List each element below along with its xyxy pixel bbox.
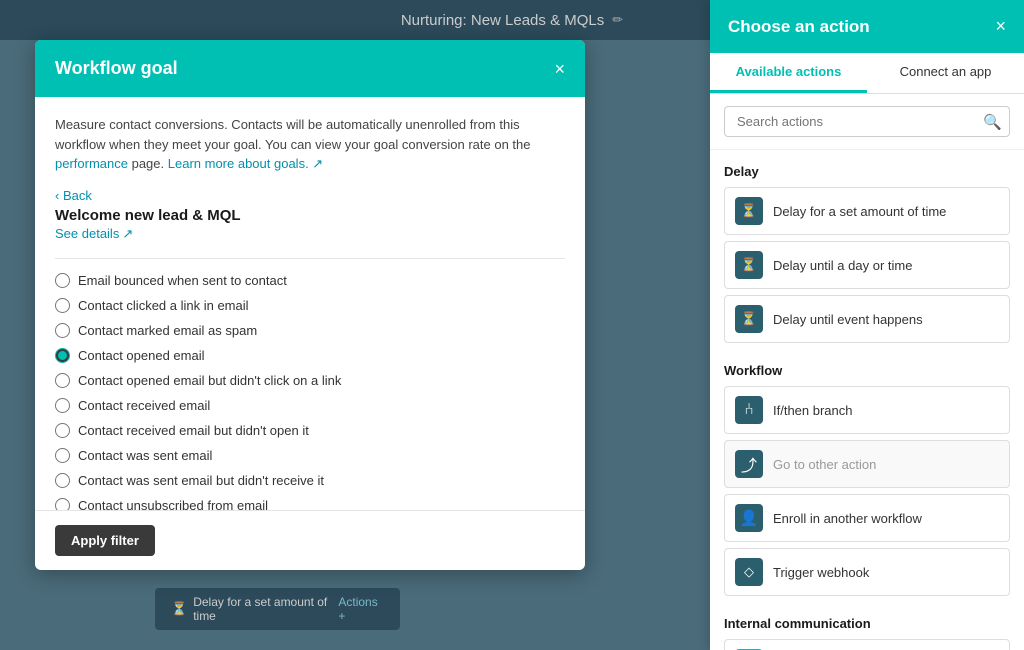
list-item[interactable]: Contact was sent email but didn't receiv… bbox=[55, 473, 565, 488]
delay-event-icon: ⏳ bbox=[735, 305, 763, 333]
radio-received-no-open[interactable] bbox=[55, 423, 70, 438]
radio-sent-no-receive[interactable] bbox=[55, 473, 70, 488]
list-item[interactable]: Contact clicked a link in email bbox=[55, 298, 565, 313]
action-delay-set-amount[interactable]: ⏳ Delay for a set amount of time bbox=[724, 187, 1010, 235]
modal-footer: Apply filter bbox=[35, 510, 585, 570]
action-ifthen-branch[interactable]: ⑃ If/then branch bbox=[724, 386, 1010, 434]
radio-marked-spam[interactable] bbox=[55, 323, 70, 338]
list-item[interactable]: Contact unsubscribed from email bbox=[55, 498, 565, 511]
learn-more-link[interactable]: Learn more about goals. ↗ bbox=[168, 156, 323, 171]
tabs-row: Available actions Connect an app bbox=[710, 53, 1024, 94]
list-item[interactable]: Contact opened email but didn't click on… bbox=[55, 373, 565, 388]
tab-available-actions[interactable]: Available actions bbox=[710, 53, 867, 93]
modal-description: Measure contact conversions. Contacts wi… bbox=[55, 115, 565, 174]
section-label-delay: Delay bbox=[724, 150, 1010, 187]
webhook-icon: ◇ bbox=[735, 558, 763, 586]
radio-clicked-link[interactable] bbox=[55, 298, 70, 313]
list-item[interactable]: Contact received email but didn't open i… bbox=[55, 423, 565, 438]
list-item[interactable]: Contact opened email bbox=[55, 348, 565, 363]
radio-unsubscribed[interactable] bbox=[55, 498, 70, 511]
actions-list: Delay ⏳ Delay for a set amount of time ⏳… bbox=[710, 150, 1024, 650]
enroll-icon: 👤 bbox=[735, 504, 763, 532]
modal-title: Workflow goal bbox=[55, 58, 178, 79]
search-input[interactable] bbox=[724, 106, 1010, 137]
delay-day-icon: ⏳ bbox=[735, 251, 763, 279]
edit-icon[interactable]: ✏ bbox=[612, 12, 623, 28]
right-panel-title: Choose an action bbox=[728, 17, 870, 37]
workflow-goal-modal: Workflow goal × Measure contact conversi… bbox=[35, 40, 585, 570]
tab-connect-app[interactable]: Connect an app bbox=[867, 53, 1024, 93]
action-trigger-webhook[interactable]: ◇ Trigger webhook bbox=[724, 548, 1010, 596]
delay-time-icon: ⏳ bbox=[735, 197, 763, 225]
right-panel-close-button[interactable]: × bbox=[995, 16, 1006, 37]
modal-header: Workflow goal × bbox=[35, 40, 585, 97]
section-label-workflow: Workflow bbox=[724, 349, 1010, 386]
right-panel-header: Choose an action × bbox=[710, 0, 1024, 53]
modal-close-button[interactable]: × bbox=[554, 60, 565, 78]
workflow-name: Welcome new lead & MQL bbox=[55, 207, 565, 224]
delay-icon: ⏳ bbox=[171, 601, 187, 617]
divider bbox=[55, 258, 565, 259]
search-bar: 🔍 bbox=[710, 94, 1024, 150]
radio-email-bounced[interactable] bbox=[55, 273, 70, 288]
delay-bar: ⏳ Delay for a set amount of time Actions… bbox=[155, 588, 400, 630]
see-details-link[interactable]: See details ↗ bbox=[55, 226, 565, 242]
search-icon[interactable]: 🔍 bbox=[983, 113, 1002, 131]
action-internal-email[interactable]: ✉ Send internal email notification bbox=[724, 639, 1010, 650]
section-label-internal: Internal communication bbox=[724, 602, 1010, 639]
list-item[interactable]: Contact marked email as spam bbox=[55, 323, 565, 338]
list-item[interactable]: Contact was sent email bbox=[55, 448, 565, 463]
radio-received-email[interactable] bbox=[55, 398, 70, 413]
performance-link[interactable]: performance bbox=[55, 156, 128, 171]
radio-options-list: Email bounced when sent to contact Conta… bbox=[55, 273, 565, 511]
action-enroll-workflow[interactable]: 👤 Enroll in another workflow bbox=[724, 494, 1010, 542]
modal-body: Measure contact conversions. Contacts wi… bbox=[35, 97, 585, 510]
choose-action-panel: Choose an action × Available actions Con… bbox=[710, 0, 1024, 650]
radio-opened-no-click[interactable] bbox=[55, 373, 70, 388]
radio-was-sent[interactable] bbox=[55, 448, 70, 463]
apply-filter-button[interactable]: Apply filter bbox=[55, 525, 155, 556]
workflow-title: Nurturing: New Leads & MQLs bbox=[401, 12, 604, 29]
action-delay-day-or-time[interactable]: ⏳ Delay until a day or time bbox=[724, 241, 1010, 289]
list-item[interactable]: Contact received email bbox=[55, 398, 565, 413]
action-go-to-other: ⤴ Go to other action bbox=[724, 440, 1010, 488]
action-delay-event[interactable]: ⏳ Delay until event happens bbox=[724, 295, 1010, 343]
goto-icon: ⤴ bbox=[735, 450, 763, 478]
list-item[interactable]: Email bounced when sent to contact bbox=[55, 273, 565, 288]
radio-opened-email[interactable] bbox=[55, 348, 70, 363]
back-link[interactable]: ‹ Back bbox=[55, 188, 565, 203]
ifthen-icon: ⑃ bbox=[735, 396, 763, 424]
search-input-wrap: 🔍 bbox=[724, 106, 1010, 137]
